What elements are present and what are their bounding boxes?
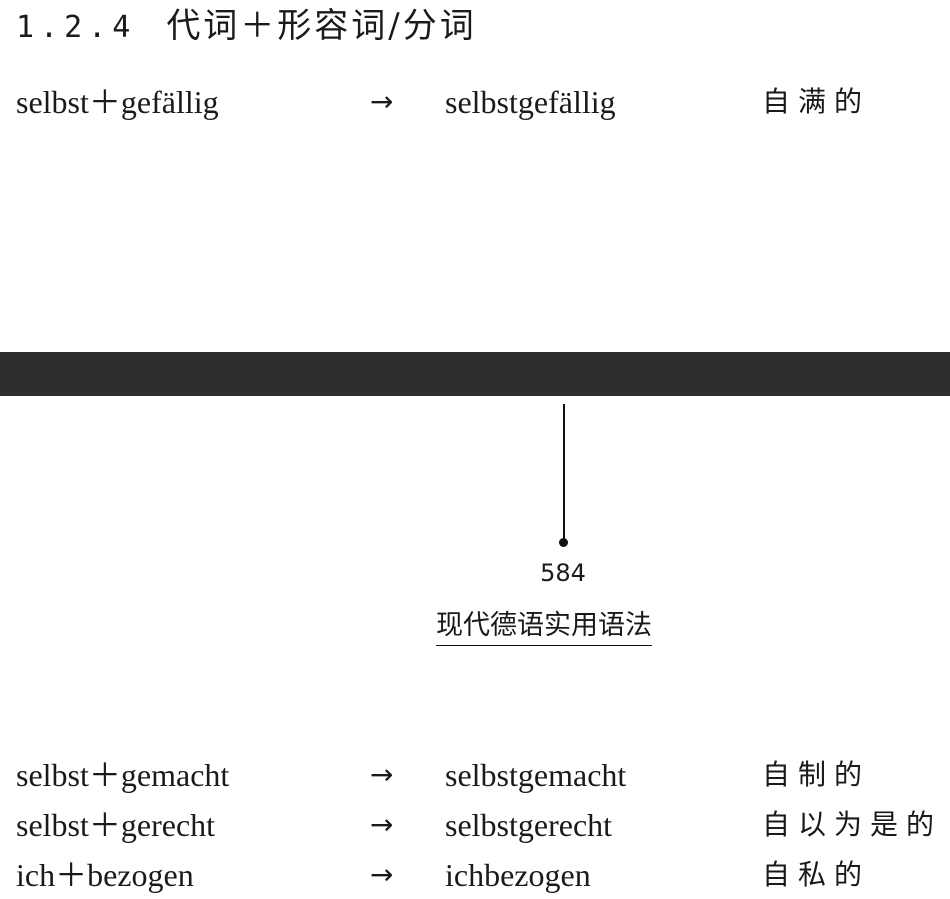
page-number: 584 — [540, 559, 586, 587]
word-formation-entry: selbst＋gerecht → selbstgerecht 自以为是的 — [0, 803, 950, 847]
entry-components: selbst＋gemacht — [16, 757, 230, 793]
arrow-icon: → — [370, 808, 394, 841]
entry-result-word: ichbezogen — [445, 857, 591, 893]
arrow-icon: → — [370, 858, 394, 891]
book-title: 现代德语实用语法 — [436, 608, 652, 646]
page-marker-dot — [559, 538, 568, 547]
entry-components: selbst＋gefällig — [16, 84, 219, 120]
entry-meaning: 自满的 — [762, 85, 871, 118]
page-marker-line — [563, 404, 565, 540]
entry-components: selbst＋gerecht — [16, 807, 216, 843]
entry-result-word: selbstgefällig — [445, 84, 616, 120]
word-formation-entry: selbst＋gemacht → selbstgemacht 自制的 — [0, 753, 950, 797]
section-heading: 1.2.4 代词＋形容词/分词 — [16, 4, 477, 50]
word-formation-entry: selbst＋gefällig → selbstgefällig 自满的 — [0, 80, 950, 124]
section-number: 1.2.4 — [16, 10, 137, 45]
entry-meaning: 自私的 — [762, 858, 871, 891]
page-break-bar — [0, 352, 950, 396]
arrow-icon: → — [370, 85, 394, 118]
section-title: 代词＋形容词/分词 — [166, 6, 477, 46]
entry-components: ich＋bezogen — [16, 857, 194, 893]
entry-meaning: 自制的 — [762, 758, 871, 791]
word-formation-entry: ich＋bezogen → ichbezogen 自私的 — [0, 853, 950, 897]
entry-meaning: 自以为是的 — [762, 808, 943, 841]
entry-result-word: selbstgemacht — [445, 757, 627, 793]
arrow-icon: → — [370, 758, 394, 791]
entry-result-word: selbstgerecht — [445, 807, 613, 843]
